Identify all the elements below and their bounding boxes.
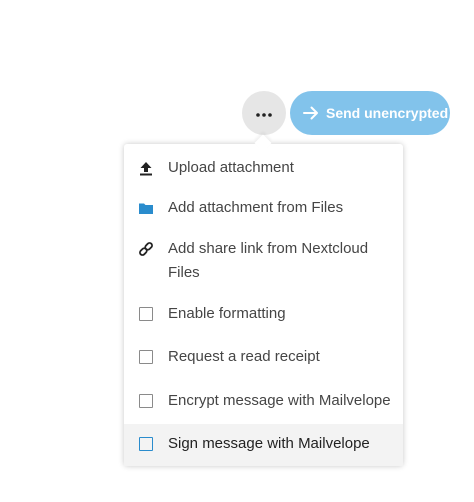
link-icon: [124, 237, 168, 261]
menu-item-label: Encrypt message with Mailvelope: [168, 392, 391, 409]
menu-item-encrypt-with-mailvelope[interactable]: Encrypt message with Mailvelope: [124, 381, 403, 424]
menu-item-sign-with-mailvelope[interactable]: Sign message with Mailvelope: [124, 424, 403, 466]
more-actions-button[interactable]: [242, 91, 286, 135]
menu-item-add-share-link[interactable]: Add share link from Nextcloud Files: [124, 228, 403, 294]
actions-menu: Upload attachment Add attachment from Fi…: [124, 144, 403, 466]
menu-item-add-attachment-from-files[interactable]: Add attachment from Files: [124, 188, 403, 228]
send-unencrypted-button[interactable]: Send unencrypted: [290, 91, 450, 135]
menu-item-label: Request a read receipt: [168, 348, 320, 365]
arrow-right-icon: [302, 104, 320, 122]
menu-item-label: Enable formatting: [168, 305, 286, 322]
menu-item-label: Upload attachment: [168, 159, 294, 176]
menu-item-label: Add attachment from Files: [168, 199, 344, 216]
folder-icon: [124, 196, 168, 220]
menu-item-enable-formatting[interactable]: Enable formatting: [124, 294, 403, 337]
menu-item-label: Sign message with Mailvelope: [168, 435, 370, 452]
read-receipt-checkbox[interactable]: [139, 350, 153, 364]
menu-item-upload-attachment[interactable]: Upload attachment: [124, 148, 403, 188]
ellipsis-icon: [256, 104, 272, 122]
menu-item-label: Add share link from Nextcloud Files: [168, 240, 369, 281]
sign-mailvelope-checkbox[interactable]: [139, 437, 153, 451]
enable-formatting-checkbox[interactable]: [139, 307, 153, 321]
send-button-label: Send unencrypted: [326, 105, 449, 121]
upload-icon: [124, 156, 168, 180]
encrypt-mailvelope-checkbox[interactable]: [139, 394, 153, 408]
menu-item-request-read-receipt[interactable]: Request a read receipt: [124, 337, 403, 381]
